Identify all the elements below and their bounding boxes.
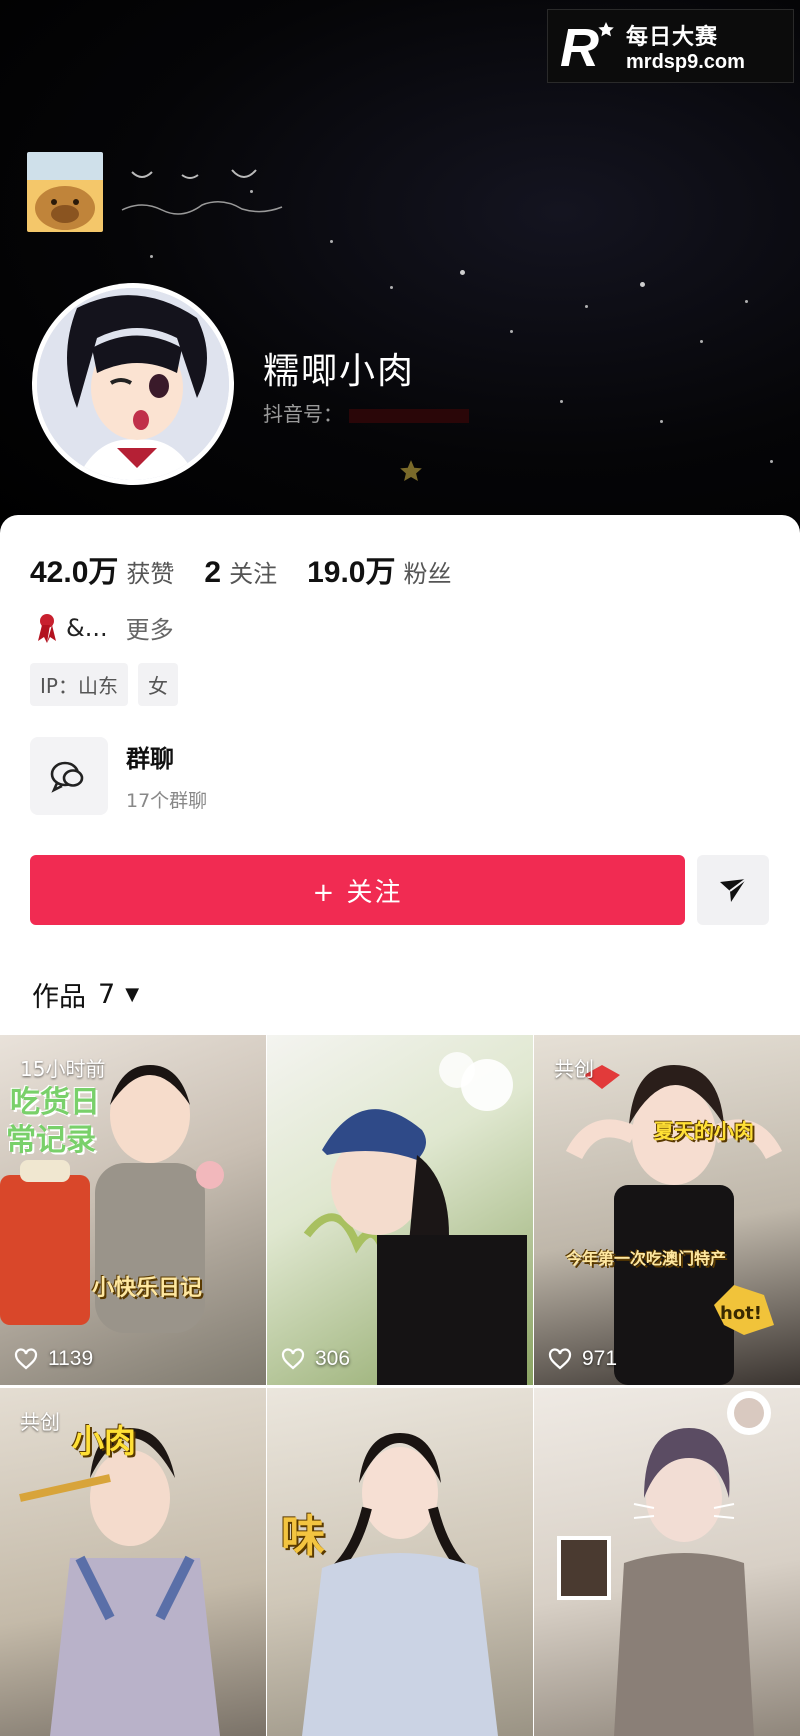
profile-header: R 每日大赛 mrdsp9.com 糯唧小肉 抖音号： — [0, 0, 800, 530]
tab-works[interactable]: 作品 7 ▼ — [32, 975, 139, 1014]
profile-nickname: 糯唧小肉 — [263, 351, 416, 392]
ip-location-tag: IP：山东 — [30, 663, 128, 706]
star-decoration — [585, 305, 588, 308]
like-count: 1139 — [48, 1347, 94, 1370]
site-logo-icon: R — [558, 18, 620, 78]
follow-button[interactable]: + 关注 — [30, 855, 685, 925]
bio-text: &... — [66, 613, 108, 642]
star-icon — [400, 460, 422, 481]
video-grid: 15小时前 吃货日 常记录 小快乐日记 1139 306 共创 夏天的小肉 今年… — [0, 1035, 800, 1736]
share-button[interactable] — [697, 855, 769, 925]
video-caption: 味 — [281, 1511, 325, 1562]
profile-card: 42.0万 获赞 2 关注 19.0万 粉丝 &... 更多 IP：山东 女 群… — [0, 515, 800, 1736]
ribbon-icon — [38, 613, 56, 643]
svg-text:R: R — [560, 18, 599, 74]
video-tile[interactable]: 味 — [267, 1388, 533, 1736]
watermark-url: mrdsp9.com — [626, 50, 745, 73]
following-label[interactable]: 关注 — [229, 554, 277, 589]
send-arrow-icon — [720, 878, 747, 902]
collab-badge: 共创 — [20, 1410, 60, 1434]
group-chat-count: 17个群聊 — [126, 790, 208, 812]
gender-tag: 女 — [137, 663, 178, 706]
video-thumbnail — [557, 1391, 771, 1736]
video-caption: 小快乐日记 — [92, 1276, 203, 1301]
heart-icon — [548, 1348, 572, 1370]
works-tab-label: 作品 — [32, 982, 86, 1013]
douyin-id-label: 抖音号： — [263, 402, 343, 426]
site-watermark: R 每日大赛 mrdsp9.com — [547, 9, 794, 83]
caret-down-icon: ▼ — [125, 984, 140, 1005]
star-decoration — [390, 286, 393, 289]
star-decoration — [640, 282, 645, 287]
like-count: 306 — [315, 1347, 351, 1370]
video-likes: 306 — [281, 1347, 350, 1371]
chat-bubbles-icon — [30, 737, 108, 815]
star-decoration — [150, 255, 153, 258]
hot-sticker: hot! — [720, 1303, 762, 1324]
followers-count[interactable]: 19.0万 — [307, 547, 395, 591]
collab-badge: 共创 — [554, 1057, 594, 1081]
followers-label[interactable]: 粉丝 — [403, 554, 451, 589]
video-tile[interactable] — [534, 1388, 800, 1736]
stats-row: 42.0万 获赞 2 关注 19.0万 粉丝 — [30, 547, 481, 591]
video-caption: 今年第一次吃澳门特产 — [566, 1249, 727, 1268]
star-decoration — [770, 460, 773, 463]
video-likes: 1139 — [14, 1347, 93, 1371]
star-decoration — [700, 340, 703, 343]
group-chat-title: 群聊 — [126, 745, 174, 773]
likes-count[interactable]: 42.0万 — [30, 547, 118, 591]
bio-more-link[interactable]: 更多 — [126, 610, 174, 645]
video-caption: 夏天的小肉 — [654, 1119, 754, 1143]
video-tile[interactable]: 15小时前 吃货日 常记录 小快乐日记 1139 — [0, 1035, 266, 1385]
douyin-id-redacted — [349, 408, 469, 423]
heart-icon — [14, 1348, 38, 1370]
tag-list: IP：山东 女 — [30, 663, 178, 706]
works-count: 7 — [98, 979, 116, 1010]
video-tile[interactable]: 共创 小肉 — [0, 1388, 266, 1736]
video-likes: 971 — [548, 1347, 617, 1371]
bio[interactable]: &... 更多 — [36, 610, 174, 645]
following-count[interactable]: 2 — [204, 556, 221, 590]
video-tile[interactable]: 共创 夏天的小肉 今年第一次吃澳门特产 hot! 971 — [534, 1035, 800, 1385]
video-caption: 常记录 — [6, 1123, 96, 1158]
video-tile[interactable]: 306 — [267, 1035, 533, 1385]
like-count: 971 — [582, 1347, 618, 1370]
handwritten-scribble — [121, 169, 283, 215]
star-decoration — [745, 300, 748, 303]
video-caption: 小肉 — [72, 1422, 137, 1460]
watermark-title: 每日大赛 — [626, 24, 719, 50]
star-decoration — [510, 330, 513, 333]
likes-label[interactable]: 获赞 — [126, 554, 174, 589]
star-decoration — [460, 270, 465, 275]
avatar[interactable] — [32, 283, 234, 485]
capybara-sticker — [27, 152, 103, 232]
star-decoration — [560, 400, 563, 403]
group-chat-entry[interactable]: 群聊 17个群聊 — [30, 737, 207, 815]
star-decoration — [660, 420, 663, 423]
douyin-id: 抖音号： — [263, 398, 469, 427]
video-thumbnail — [303, 1052, 527, 1385]
star-decoration — [330, 240, 333, 243]
video-thumbnail — [565, 1065, 783, 1385]
heart-icon — [281, 1348, 305, 1370]
